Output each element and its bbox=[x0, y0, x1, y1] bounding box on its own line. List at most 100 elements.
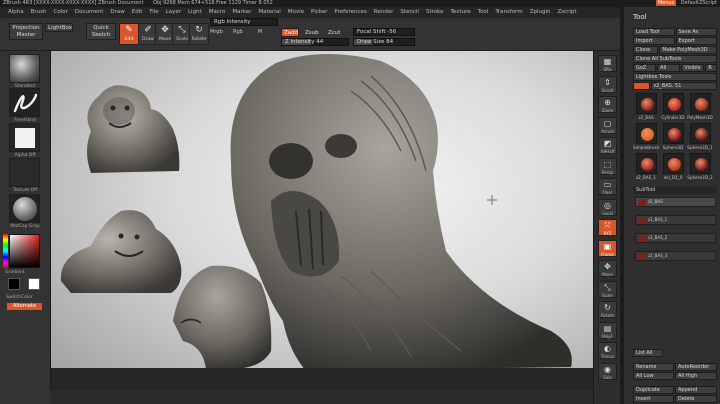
menu-document[interactable]: Document bbox=[75, 9, 104, 15]
visible-button[interactable]: Visible bbox=[681, 64, 705, 72]
rgb-intensity-slider[interactable]: Rgb Intensity bbox=[210, 18, 278, 26]
menu-render[interactable]: Render bbox=[374, 9, 394, 15]
tool-thumbnail[interactable] bbox=[636, 153, 657, 174]
menu-tool[interactable]: Tool bbox=[478, 9, 489, 15]
subtool-row[interactable]: z2_BAS_2 bbox=[635, 233, 716, 243]
alpha-thumbnail[interactable] bbox=[9, 123, 40, 152]
quick-sketch-button[interactable]: Quick Sketch bbox=[86, 23, 116, 40]
goz-button[interactable]: GoZ bbox=[633, 64, 657, 72]
focal-shift-slider[interactable]: Focal Shift -56 bbox=[353, 28, 415, 36]
view-persp-button[interactable]: ⬚ Persp bbox=[598, 157, 617, 175]
z-intensity-slider[interactable]: Z Intensity 44 bbox=[281, 38, 349, 46]
insert-button[interactable]: Insert bbox=[633, 395, 674, 403]
tool-thumbnail[interactable] bbox=[690, 153, 711, 174]
rename-button[interactable]: Rename bbox=[633, 363, 674, 371]
tool-thumbnail[interactable] bbox=[663, 123, 684, 144]
all-low-button[interactable]: All Low bbox=[633, 372, 674, 380]
view-rotate-button[interactable]: ↻ Rotate bbox=[598, 301, 617, 318]
delete-button[interactable]: Delete bbox=[675, 395, 717, 403]
export-button[interactable]: Export bbox=[675, 37, 717, 45]
append-button[interactable]: Append bbox=[675, 386, 717, 394]
m-toggle[interactable]: M bbox=[258, 29, 262, 35]
tool-thumbnail[interactable] bbox=[663, 93, 684, 114]
zadd-button[interactable]: Zadd bbox=[281, 28, 299, 37]
zsub-button[interactable]: Zsub bbox=[302, 28, 320, 37]
menu-transform[interactable]: Transform bbox=[495, 9, 522, 15]
menu-picker[interactable]: Picker bbox=[311, 9, 327, 15]
menu-zplugin[interactable]: Zplugin bbox=[530, 9, 551, 15]
view-frame-button[interactable]: ▣ Frame bbox=[598, 239, 617, 257]
switch-color-label[interactable]: SwitchColor bbox=[6, 295, 44, 300]
menu-texture[interactable]: Texture bbox=[451, 9, 471, 15]
menu-preferences[interactable]: Preferences bbox=[334, 9, 366, 15]
menu-macro[interactable]: Macro bbox=[209, 9, 226, 15]
view-zoom-button[interactable]: ⊕ Zoom bbox=[598, 96, 617, 113]
edit-button[interactable]: ✎ Edit bbox=[119, 23, 139, 45]
menu-draw[interactable]: Draw bbox=[110, 9, 124, 15]
projection-master-button[interactable]: Projection Master bbox=[9, 23, 43, 40]
autoreorder-button[interactable]: AutoReorder bbox=[675, 363, 717, 371]
view-solo-button[interactable]: ◉ Solo bbox=[598, 362, 617, 380]
import-button[interactable]: Import bbox=[633, 37, 675, 45]
draw-size-slider[interactable]: Draw Size 84 bbox=[353, 38, 415, 46]
brush-thumbnail[interactable] bbox=[9, 54, 40, 83]
menu-color[interactable]: Color bbox=[54, 9, 68, 15]
secondary-color-swatch[interactable] bbox=[28, 278, 40, 290]
view-scale-button[interactable]: ⤡ Scale bbox=[598, 280, 617, 298]
load-tool-button[interactable]: Load Tool bbox=[633, 28, 675, 36]
menu-stencil[interactable]: Stencil bbox=[400, 9, 419, 15]
zcut-button[interactable]: Zcut bbox=[325, 28, 343, 37]
tool-thumbnail[interactable] bbox=[663, 153, 684, 174]
hue-strip[interactable] bbox=[3, 234, 8, 268]
color-picker[interactable] bbox=[9, 234, 40, 268]
menu-brush[interactable]: Brush bbox=[31, 9, 47, 15]
menu-edit[interactable]: Edit bbox=[132, 9, 143, 15]
alternate-button[interactable]: Alternate bbox=[7, 303, 42, 310]
view-polyf-button[interactable]: ▤ PolyF bbox=[598, 321, 617, 339]
material-thumbnail[interactable] bbox=[9, 194, 40, 223]
r-button[interactable]: R bbox=[705, 64, 718, 72]
menu-marker[interactable]: Marker bbox=[232, 9, 251, 15]
clone-button[interactable]: Clone bbox=[633, 46, 659, 54]
view-actual-button[interactable]: ▢ Actual bbox=[598, 116, 617, 134]
menus-button[interactable]: Menus bbox=[655, 0, 677, 6]
tool-thumbnail[interactable] bbox=[636, 93, 657, 114]
subtool-header[interactable]: SubTool bbox=[633, 187, 717, 194]
subtool-row[interactable]: z2_BAS_1 bbox=[635, 215, 716, 225]
script-label[interactable]: DefaultZScript bbox=[681, 0, 717, 6]
canvas-viewport[interactable] bbox=[50, 51, 593, 390]
all-high-button[interactable]: All High bbox=[675, 372, 717, 380]
menu-light[interactable]: Light bbox=[188, 9, 202, 15]
texture-thumbnail[interactable] bbox=[9, 158, 40, 187]
subtool-row[interactable]: z2_BAS_3 bbox=[635, 251, 716, 261]
menu-movie[interactable]: Movie bbox=[288, 9, 304, 15]
menu-zscript[interactable]: Zscript bbox=[557, 9, 576, 15]
stroke-thumbnail[interactable] bbox=[9, 88, 40, 117]
make-polymesh-button[interactable]: Make PolyMesh3D bbox=[659, 46, 717, 54]
menu-stroke[interactable]: Stroke bbox=[426, 9, 444, 15]
view-scroll-button[interactable]: ⇕ Scroll bbox=[598, 75, 617, 93]
view-local-button[interactable]: ◎ Local bbox=[598, 198, 617, 216]
mrgb-toggle[interactable]: Mrgb bbox=[210, 29, 223, 35]
gradient-label[interactable]: Gradient bbox=[5, 270, 43, 275]
duplicate-button[interactable]: Duplicate bbox=[633, 386, 674, 394]
menu-file[interactable]: File bbox=[149, 9, 158, 15]
menu-layer[interactable]: Layer bbox=[166, 9, 181, 15]
view-xyz-button[interactable]: ⤧ XYZ bbox=[598, 219, 617, 236]
save-as-button[interactable]: Save As bbox=[675, 28, 717, 36]
view-transp-button[interactable]: ◐ Transp bbox=[598, 342, 617, 359]
clone-all-subtools-button[interactable]: Clone All SubTools bbox=[633, 55, 717, 63]
view-spix-button[interactable]: ▦ SPix bbox=[598, 55, 617, 72]
view-floor-button[interactable]: ▭ Floor bbox=[598, 178, 617, 195]
subtool-row[interactable]: z2_BAS bbox=[635, 197, 716, 207]
rotate-button[interactable]: ↻ Rotate bbox=[189, 23, 209, 45]
main-color-swatch[interactable] bbox=[8, 278, 20, 290]
rgb-toggle[interactable]: Rgb bbox=[233, 29, 243, 35]
tool-thumbnail[interactable] bbox=[636, 123, 657, 144]
lightbox-button[interactable]: LightBox bbox=[45, 23, 73, 32]
view-aahalf-button[interactable]: ◩ AAHalf bbox=[598, 137, 617, 154]
lightbox-tools-button[interactable]: Lightbox Tools bbox=[633, 73, 717, 81]
tool-thumbnail[interactable] bbox=[690, 123, 711, 144]
view-move-button[interactable]: ✥ Move bbox=[598, 260, 617, 277]
menu-material[interactable]: Material bbox=[258, 9, 280, 15]
